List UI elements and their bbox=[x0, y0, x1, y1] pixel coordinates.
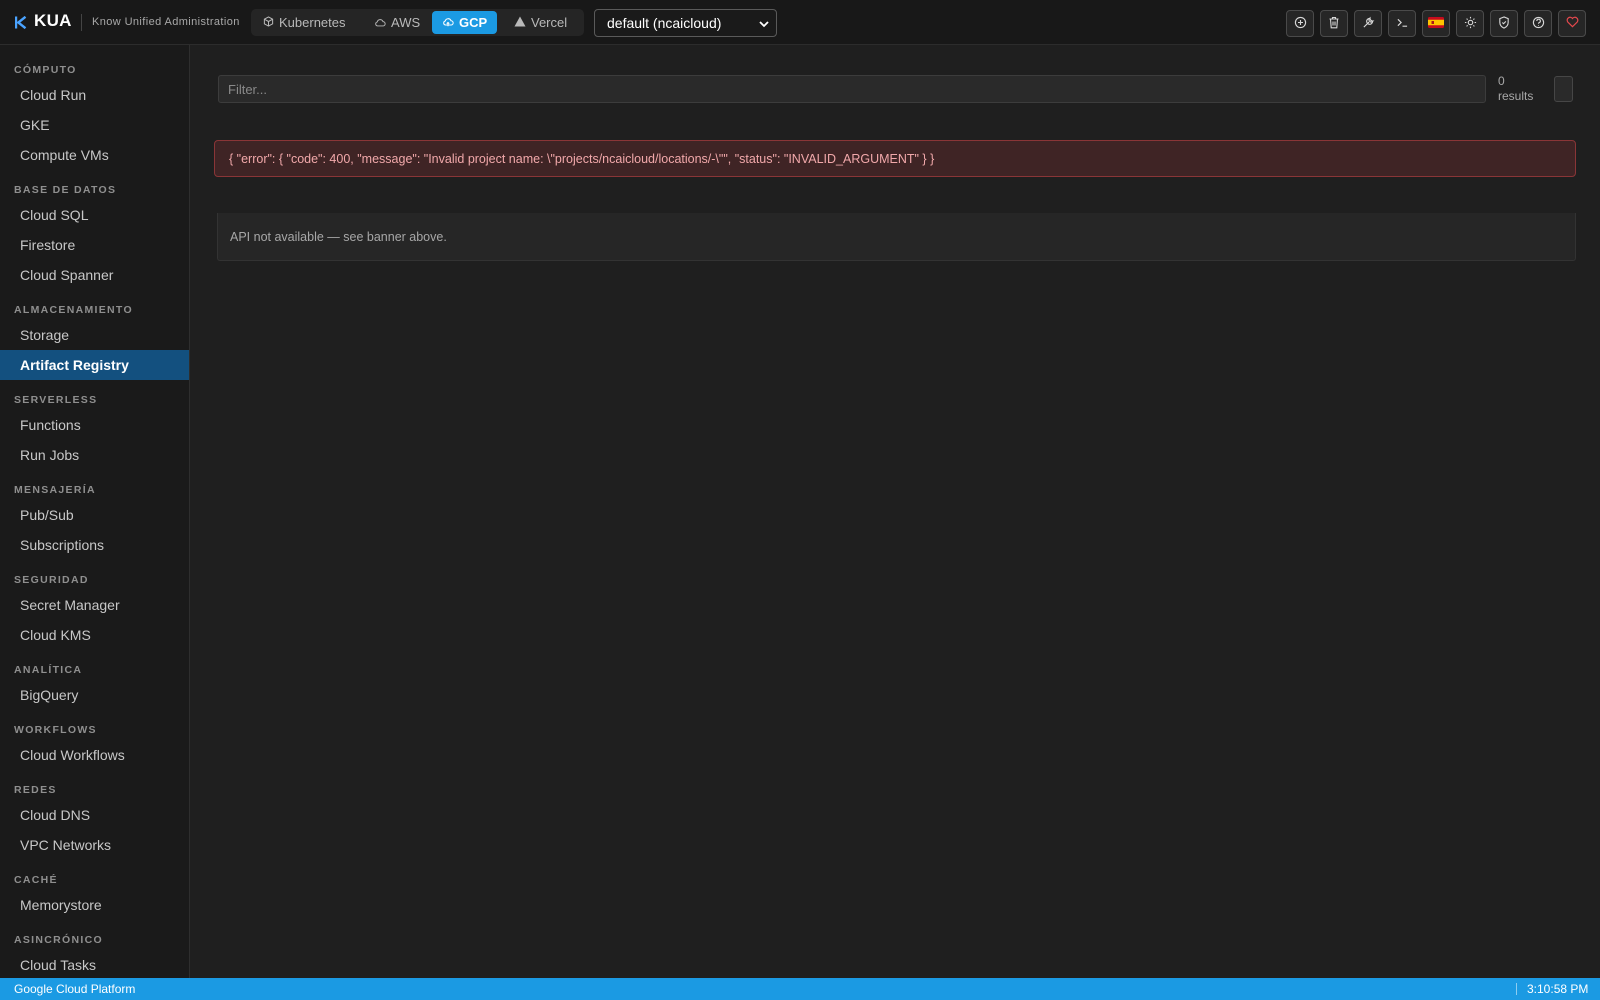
section-title-analitica: ANALÍTICA bbox=[14, 664, 83, 676]
results-number: 0 bbox=[1498, 74, 1505, 88]
section-title-almacenamiento: ALMACENAMIENTO bbox=[14, 304, 133, 316]
panel-toggle-button[interactable] bbox=[1554, 76, 1573, 102]
terminal-button[interactable] bbox=[1388, 10, 1416, 37]
sun-icon bbox=[1464, 16, 1477, 32]
sidebar-item-subscriptions[interactable]: Subscriptions bbox=[0, 530, 189, 560]
help-button[interactable] bbox=[1524, 10, 1552, 37]
sidebar-item-functions[interactable]: Functions bbox=[0, 410, 189, 440]
brand-divider bbox=[81, 14, 82, 31]
section-title-base-de-datos: BASE DE DATOS bbox=[14, 184, 117, 196]
section-title-seguridad: SEGURIDAD bbox=[14, 574, 89, 586]
sidebar-item-memorystore[interactable]: Memorystore bbox=[0, 890, 189, 920]
wrench-icon bbox=[1362, 16, 1375, 32]
cloud-icon bbox=[374, 15, 386, 30]
sidebar-item-cloud-workflows[interactable]: Cloud Workflows bbox=[0, 740, 189, 770]
sidebar-item-vpc-networks[interactable]: VPC Networks bbox=[0, 830, 189, 860]
section-title-serverless: SERVERLESS bbox=[14, 394, 98, 406]
profile-select[interactable]: default (ncaicloud) bbox=[594, 9, 777, 37]
tab-label: Kubernetes bbox=[279, 15, 346, 30]
heart-icon bbox=[1566, 16, 1579, 31]
tab-gcp[interactable]: GCP bbox=[432, 11, 498, 34]
profile-select-value: default (ncaicloud) bbox=[607, 15, 722, 31]
tab-kubernetes[interactable]: Kubernetes bbox=[253, 11, 356, 34]
add-button[interactable] bbox=[1286, 10, 1314, 37]
sidebar-item-gke[interactable]: GKE bbox=[0, 110, 189, 140]
results-count: 0 results bbox=[1498, 74, 1533, 104]
terminal-icon bbox=[1396, 16, 1409, 31]
sidebar-item-secret-manager[interactable]: Secret Manager bbox=[0, 590, 189, 620]
cube-icon bbox=[263, 15, 274, 30]
security-button[interactable] bbox=[1490, 10, 1518, 37]
brand-name: KUA bbox=[34, 11, 72, 30]
status-divider bbox=[1516, 983, 1517, 995]
theme-toggle-button[interactable] bbox=[1456, 10, 1484, 37]
resource-list-panel: API not available — see banner above. bbox=[217, 213, 1576, 261]
empty-state-message: API not available — see banner above. bbox=[230, 229, 447, 244]
sidebar-item-cloud-sql[interactable]: Cloud SQL bbox=[0, 200, 189, 230]
plus-circle-icon bbox=[1294, 16, 1307, 32]
sidebar-item-bigquery[interactable]: BigQuery bbox=[0, 680, 189, 710]
triangle-icon bbox=[514, 15, 526, 30]
trash-icon bbox=[1328, 16, 1340, 32]
tab-aws[interactable]: AWS bbox=[364, 11, 430, 34]
provider-tabs: Kubernetes AWS GCP Vercel bbox=[251, 9, 584, 36]
tab-label: GCP bbox=[459, 15, 488, 30]
sidebar-item-cloud-tasks[interactable]: Cloud Tasks bbox=[0, 950, 189, 978]
section-title-workflows: WORKFLOWS bbox=[14, 724, 97, 736]
sidebar-item-cloud-kms[interactable]: Cloud KMS bbox=[0, 620, 189, 650]
section-title-computo: CÓMPUTO bbox=[14, 64, 77, 76]
sidebar-item-cloud-run[interactable]: Cloud Run bbox=[0, 80, 189, 110]
sidebar-item-cloud-dns[interactable]: Cloud DNS bbox=[0, 800, 189, 830]
status-provider: Google Cloud Platform bbox=[14, 982, 136, 996]
kua-logo-icon bbox=[14, 14, 28, 30]
sidebar: CÓMPUTO Cloud Run GKE Compute VMs BASE D… bbox=[0, 45, 190, 978]
tab-label: AWS bbox=[391, 15, 421, 30]
sidebar-item-cloud-spanner[interactable]: Cloud Spanner bbox=[0, 260, 189, 290]
error-message: { "error": { "code": 400, "message": "In… bbox=[229, 151, 935, 166]
sidebar-item-storage[interactable]: Storage bbox=[0, 320, 189, 350]
sidebar-item-artifact-registry[interactable]: Artifact Registry bbox=[0, 350, 189, 380]
status-clock: 3:10:58 PM bbox=[1527, 982, 1589, 996]
help-icon bbox=[1532, 16, 1545, 32]
brand-tagline: Know Unified Administration bbox=[92, 16, 240, 28]
section-title-asincronico: ASINCRÓNICO bbox=[14, 934, 103, 946]
favorites-button[interactable] bbox=[1558, 10, 1586, 37]
top-bar: KUA Know Unified Administration Kubernet… bbox=[0, 0, 1600, 45]
settings-button[interactable] bbox=[1354, 10, 1382, 37]
sidebar-item-pubsub[interactable]: Pub/Sub bbox=[0, 500, 189, 530]
status-bar: Google Cloud Platform 3:10:58 PM bbox=[0, 978, 1600, 1000]
results-label: results bbox=[1498, 89, 1534, 103]
section-title-cache: CACHÉ bbox=[14, 874, 58, 886]
delete-button[interactable] bbox=[1320, 10, 1348, 37]
filter-input[interactable] bbox=[218, 75, 1486, 103]
language-button[interactable] bbox=[1422, 10, 1450, 37]
sidebar-item-run-jobs[interactable]: Run Jobs bbox=[0, 440, 189, 470]
sidebar-item-firestore[interactable]: Firestore bbox=[0, 230, 189, 260]
chevron-down-icon bbox=[758, 17, 770, 33]
spain-flag-icon bbox=[1428, 16, 1444, 31]
cloud-upload-icon bbox=[442, 15, 454, 30]
sidebar-item-compute-vms[interactable]: Compute VMs bbox=[0, 140, 189, 170]
tab-vercel[interactable]: Vercel bbox=[504, 11, 577, 34]
shield-icon bbox=[1498, 15, 1510, 32]
error-banner: { "error": { "code": 400, "message": "In… bbox=[214, 140, 1576, 177]
section-title-mensajeria: MENSAJERÍA bbox=[14, 484, 96, 496]
tab-label: Vercel bbox=[531, 15, 568, 30]
section-title-redes: REDES bbox=[14, 784, 57, 796]
